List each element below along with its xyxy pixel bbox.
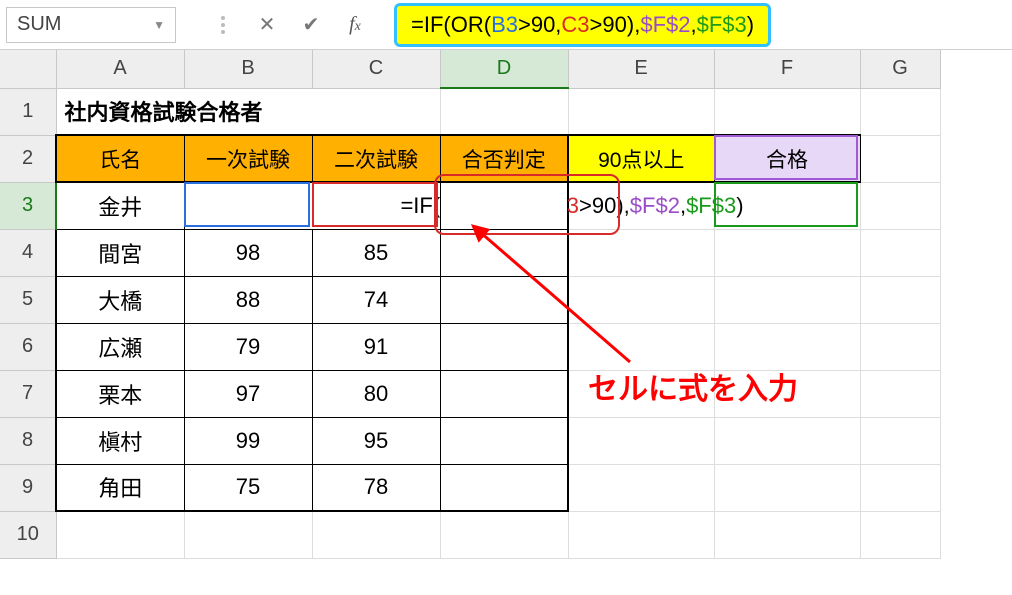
cell[interactable]	[312, 511, 440, 558]
cell-f3[interactable]	[714, 182, 860, 229]
table-cell[interactable]: 角田	[56, 464, 184, 511]
cell-g2[interactable]	[860, 135, 940, 182]
table-cell[interactable]: 99	[184, 417, 312, 464]
confirm-icon[interactable]: ✔	[300, 12, 322, 37]
table-cell[interactable]: 大橋	[56, 276, 184, 323]
menu-dots-icon[interactable]	[212, 16, 234, 34]
cell-f1[interactable]	[714, 88, 860, 135]
row-header[interactable]: 2	[0, 135, 56, 182]
table-cell[interactable]: 金井	[56, 182, 184, 229]
cell[interactable]	[714, 276, 860, 323]
table-cell[interactable]	[440, 464, 568, 511]
active-cell[interactable]	[440, 182, 568, 229]
header-exam2[interactable]: 二次試験	[312, 135, 440, 182]
table-cell[interactable]	[440, 370, 568, 417]
header-e2[interactable]: 90点以上	[568, 135, 714, 182]
formula-bar-input[interactable]: =IF(OR(B3>90,C3>90),$F$2,$F$3)	[394, 3, 771, 47]
cell[interactable]	[568, 323, 714, 370]
cell[interactable]	[714, 323, 860, 370]
cell[interactable]	[860, 229, 940, 276]
cell[interactable]	[714, 229, 860, 276]
col-header-b[interactable]: B	[184, 50, 312, 88]
name-box[interactable]: SUM ▼	[6, 7, 176, 43]
cell[interactable]	[860, 417, 940, 464]
row-header[interactable]: 3	[0, 182, 56, 229]
table-cell[interactable]: 74	[312, 276, 440, 323]
annotation-text: セルに式を入力	[588, 364, 798, 408]
cell[interactable]	[440, 511, 568, 558]
cell[interactable]	[860, 323, 940, 370]
table-cell[interactable]: 97	[184, 370, 312, 417]
cell[interactable]	[56, 511, 184, 558]
table-cell[interactable]: 95	[312, 417, 440, 464]
row-header[interactable]: 6	[0, 323, 56, 370]
cell[interactable]	[714, 417, 860, 464]
row-header[interactable]: 5	[0, 276, 56, 323]
header-f2[interactable]: 合格	[714, 135, 860, 182]
formula-bar-buttons: ✕ ✔ fx	[176, 12, 384, 37]
row-header[interactable]: 4	[0, 229, 56, 276]
row-header[interactable]: 10	[0, 511, 56, 558]
spreadsheet-grid[interactable]: A B C D E F G 1 社内資格試験合格者 2 氏名 一次試験 二次試験…	[0, 50, 1012, 559]
table-cell[interactable]: 広瀬	[56, 323, 184, 370]
col-header-d[interactable]: D	[440, 50, 568, 88]
cell[interactable]	[568, 417, 714, 464]
col-header-f[interactable]: F	[714, 50, 860, 88]
cell[interactable]	[860, 511, 940, 558]
cell[interactable]	[568, 229, 714, 276]
header-name[interactable]: 氏名	[56, 135, 184, 182]
formula-bar-row: SUM ▼ ✕ ✔ fx =IF(OR(B3>90,C3>90),$F$2,$F…	[0, 0, 1012, 50]
table-cell[interactable]: 75	[184, 464, 312, 511]
cell-d1[interactable]	[440, 88, 568, 135]
row-header[interactable]: 7	[0, 370, 56, 417]
col-header-e[interactable]: E	[568, 50, 714, 88]
table-cell[interactable]	[440, 229, 568, 276]
table-cell[interactable]: =IF(OR(B3>90,C3>90),$F$2,$F$3)	[184, 182, 440, 229]
table-cell[interactable]: 85	[312, 229, 440, 276]
cell[interactable]	[860, 464, 940, 511]
table-cell[interactable]: 78	[312, 464, 440, 511]
table-cell[interactable]	[440, 417, 568, 464]
cell[interactable]	[568, 464, 714, 511]
table-cell[interactable]: 79	[184, 323, 312, 370]
table-cell[interactable]: 98	[184, 229, 312, 276]
cell-e1[interactable]	[568, 88, 714, 135]
chevron-down-icon[interactable]: ▼	[153, 18, 165, 32]
cell-e3[interactable]	[568, 182, 714, 229]
cell[interactable]	[714, 464, 860, 511]
header-exam1[interactable]: 一次試験	[184, 135, 312, 182]
row-header[interactable]: 8	[0, 417, 56, 464]
col-header-a[interactable]: A	[56, 50, 184, 88]
name-box-value: SUM	[17, 13, 61, 36]
cell[interactable]	[714, 511, 860, 558]
cell-g3[interactable]	[860, 182, 940, 229]
row-header[interactable]: 9	[0, 464, 56, 511]
col-header-c[interactable]: C	[312, 50, 440, 88]
table-cell[interactable]	[440, 276, 568, 323]
table-cell[interactable]	[440, 323, 568, 370]
table-cell[interactable]: 槇村	[56, 417, 184, 464]
table-cell[interactable]: 80	[312, 370, 440, 417]
sheet-title[interactable]: 社内資格試験合格者	[56, 88, 440, 135]
table-cell[interactable]: 91	[312, 323, 440, 370]
cell-g1[interactable]	[860, 88, 940, 135]
cancel-icon[interactable]: ✕	[256, 12, 278, 37]
row-header[interactable]: 1	[0, 88, 56, 135]
cell[interactable]	[568, 276, 714, 323]
col-header-g[interactable]: G	[860, 50, 940, 88]
select-all-corner[interactable]	[0, 50, 56, 88]
grid-table: A B C D E F G 1 社内資格試験合格者 2 氏名 一次試験 二次試験…	[0, 50, 941, 559]
cell[interactable]	[184, 511, 312, 558]
cell[interactable]	[568, 511, 714, 558]
cell[interactable]	[860, 276, 940, 323]
fx-icon[interactable]: fx	[344, 13, 366, 36]
cell[interactable]	[860, 370, 940, 417]
table-cell[interactable]: 間宮	[56, 229, 184, 276]
table-cell[interactable]: 88	[184, 276, 312, 323]
header-result[interactable]: 合否判定	[440, 135, 568, 182]
table-cell[interactable]: 栗本	[56, 370, 184, 417]
